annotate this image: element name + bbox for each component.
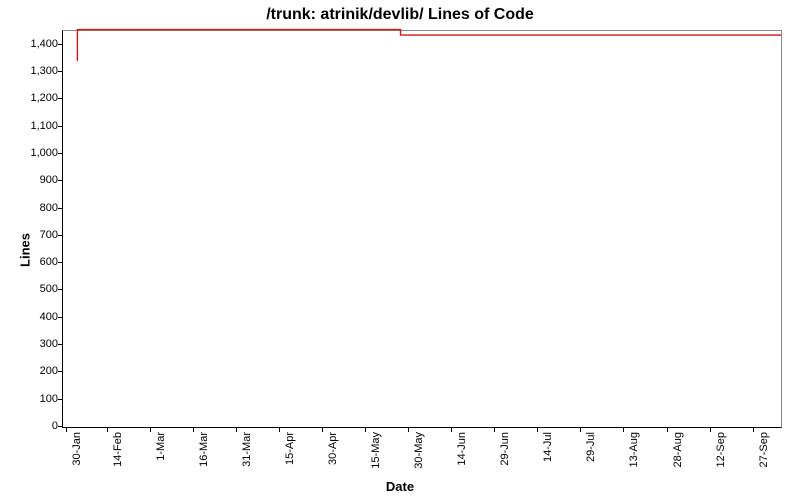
x-tick-label: 15-Apr xyxy=(284,432,296,480)
y-tick-label: 700 xyxy=(8,229,58,241)
x-tick-label: 30-Apr xyxy=(327,432,339,480)
x-tick-mark xyxy=(494,428,495,432)
x-tick-mark xyxy=(236,428,237,432)
data-series xyxy=(63,31,781,427)
x-tick-label: 31-Mar xyxy=(241,432,253,480)
x-tick-label: 30-Jan xyxy=(71,432,83,480)
x-tick-mark xyxy=(66,428,67,432)
x-tick-mark xyxy=(408,428,409,432)
x-tick-label: 13-Aug xyxy=(628,432,640,480)
y-tick-label: 0 xyxy=(8,420,58,432)
x-tick-mark xyxy=(322,428,323,432)
x-tick-mark xyxy=(365,428,366,432)
y-tick-label: 600 xyxy=(8,256,58,268)
x-tick-mark xyxy=(667,428,668,432)
x-tick-mark xyxy=(623,428,624,432)
y-tick-label: 1,000 xyxy=(8,147,58,159)
series-line xyxy=(77,30,781,61)
x-tick-mark xyxy=(451,428,452,432)
chart-title: /trunk: atrinik/devlib/ Lines of Code xyxy=(0,6,800,24)
x-tick-mark xyxy=(710,428,711,432)
y-tick-label: 100 xyxy=(8,393,58,405)
x-tick-label: 14-Jul xyxy=(542,432,554,480)
x-tick-label: 16-Mar xyxy=(198,432,210,480)
y-tick-label: 1,200 xyxy=(8,92,58,104)
y-tick-label: 200 xyxy=(8,365,58,377)
x-tick-label: 14-Feb xyxy=(112,432,124,480)
x-tick-mark xyxy=(107,428,108,432)
y-tick-label: 500 xyxy=(8,283,58,295)
x-tick-mark xyxy=(537,428,538,432)
y-tick-label: 300 xyxy=(8,338,58,350)
plot-area xyxy=(62,30,782,428)
x-axis-label: Date xyxy=(0,479,800,494)
x-tick-label: 30-May xyxy=(413,432,425,480)
y-tick-label: 900 xyxy=(8,174,58,186)
y-tick-label: 1,100 xyxy=(8,120,58,132)
x-tick-label: 27-Sep xyxy=(758,432,770,480)
x-tick-mark xyxy=(580,428,581,432)
loc-chart: /trunk: atrinik/devlib/ Lines of Code Li… xyxy=(0,0,800,500)
x-tick-label: 28-Aug xyxy=(672,432,684,480)
x-tick-mark xyxy=(279,428,280,432)
x-tick-label: 1-Mar xyxy=(155,432,167,480)
x-tick-mark xyxy=(753,428,754,432)
x-tick-mark xyxy=(193,428,194,432)
x-tick-mark xyxy=(150,428,151,432)
y-tick-label: 800 xyxy=(8,202,58,214)
y-tick-label: 1,300 xyxy=(8,65,58,77)
x-tick-label: 29-Jun xyxy=(499,432,511,480)
y-tick-label: 1,400 xyxy=(8,38,58,50)
x-tick-label: 15-May xyxy=(370,432,382,480)
x-tick-label: 14-Jun xyxy=(456,432,468,480)
x-tick-label: 29-Jul xyxy=(585,432,597,480)
x-tick-label: 12-Sep xyxy=(715,432,727,480)
y-tick-label: 400 xyxy=(8,311,58,323)
